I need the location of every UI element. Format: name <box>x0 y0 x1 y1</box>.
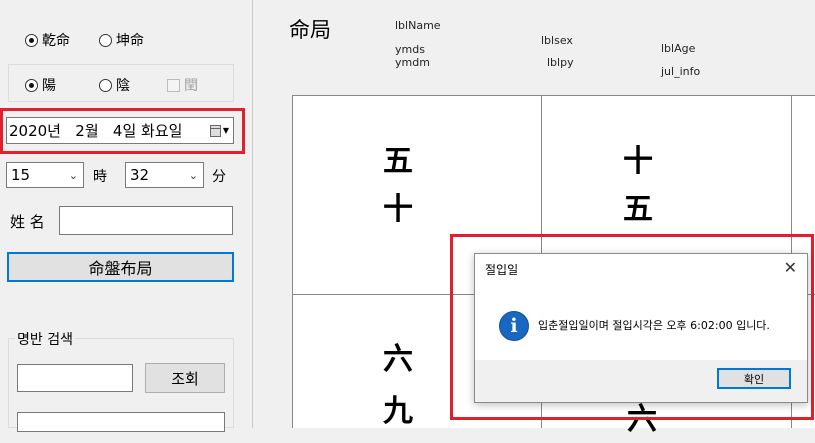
hour-select[interactable]: 15 ⌄ <box>6 162 84 188</box>
generate-chart-button[interactable]: 命盤布局 <box>7 252 234 282</box>
message-dialog: 절입일 ✕ i 입춘절입일이며 절입시각은 오후 6:02:00 입니다. 확인 <box>474 253 808 403</box>
ok-button[interactable]: 확인 <box>717 368 791 389</box>
minute-value: 32 <box>130 166 150 184</box>
grid-cell-2-char-1: 十 <box>623 144 653 179</box>
radio-male-indicator[interactable] <box>25 33 38 47</box>
grid-cell-3-char-2: 九 <box>383 394 413 429</box>
dialog-message: 입춘절입일이며 절입시각은 오후 6:02:00 입니다. <box>538 319 770 332</box>
chevron-down-icon[interactable]: ⌄ <box>69 169 78 182</box>
date-picker-value: 2020년 2월 4일 화요일 <box>9 122 183 140</box>
radio-yang-indicator[interactable] <box>25 78 38 92</box>
radio-yang[interactable]: 陽 <box>25 75 56 95</box>
search-input[interactable] <box>17 364 133 392</box>
radio-female[interactable]: 坤命 <box>99 30 144 50</box>
grid-cell-1-char-2: 十 <box>383 192 413 227</box>
radio-yang-label: 陽 <box>42 78 56 94</box>
leap-checkbox-label: 閏 <box>184 78 198 94</box>
leap-checkbox-box[interactable] <box>167 78 180 92</box>
grid-cell-2-char-2: 五 <box>623 192 653 227</box>
dialog-footer: 확인 <box>475 360 807 402</box>
lbl-name: lblName <box>395 19 441 32</box>
grid-line <box>292 95 815 96</box>
search-results-list[interactable] <box>17 412 225 432</box>
lbl-sex: lblsex <box>541 34 573 47</box>
hour-unit-label: 時 <box>93 169 107 185</box>
close-icon[interactable]: ✕ <box>784 258 797 277</box>
radio-yin-label: 陰 <box>116 78 130 94</box>
dialog-title: 절입일 <box>485 263 519 277</box>
radio-female-indicator[interactable] <box>99 33 112 47</box>
name-label: 姓 名 <box>10 213 45 231</box>
search-group-title: 명반 검색 <box>15 329 75 349</box>
dropdown-caret-icon[interactable]: ▼ <box>223 126 229 135</box>
grid-line <box>292 95 293 428</box>
radio-male-label: 乾命 <box>42 33 70 49</box>
lbl-jul-info: jul_info <box>661 65 701 78</box>
chart-title: 命局 <box>289 18 331 42</box>
leap-month-checkbox[interactable]: 閏 <box>167 75 198 95</box>
radio-male[interactable]: 乾命 <box>25 30 70 50</box>
grid-cell-3-char-1: 六 <box>383 342 413 377</box>
info-icon: i <box>499 311 529 341</box>
radio-yin-indicator[interactable] <box>99 78 112 92</box>
grid-cell-1-char-1: 五 <box>383 144 413 179</box>
radio-yin[interactable]: 陰 <box>99 75 130 95</box>
lbl-age: lblAge <box>661 42 696 55</box>
left-panel: 乾命 坤命 陽 陰 閏 2020년 2월 4일 화요일 ▼ 15 ⌄ 時 32 … <box>0 0 253 432</box>
minute-select[interactable]: 32 ⌄ <box>125 162 204 188</box>
calendar-icon[interactable] <box>209 124 221 137</box>
lbl-py: lblpy <box>547 56 574 69</box>
name-input[interactable] <box>59 206 233 235</box>
radio-female-label: 坤命 <box>116 33 144 49</box>
lbl-ymds: ymds <box>395 43 425 56</box>
search-button[interactable]: 조회 <box>145 363 225 393</box>
hour-value: 15 <box>11 166 31 184</box>
date-picker[interactable]: 2020년 2월 4일 화요일 ▼ <box>6 117 234 144</box>
chevron-down-icon[interactable]: ⌄ <box>189 169 198 182</box>
lbl-ymdm: ymdm <box>395 56 430 69</box>
minute-unit-label: 分 <box>212 169 226 185</box>
